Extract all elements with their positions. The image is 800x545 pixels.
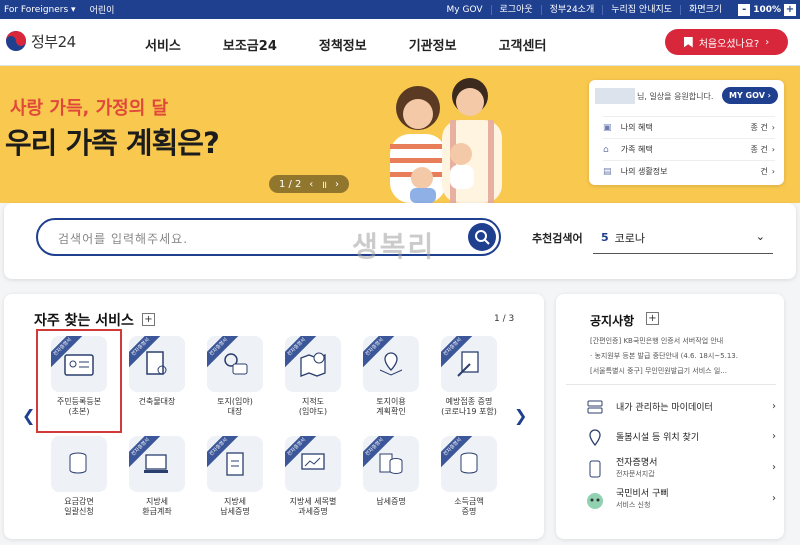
database-doc-icon xyxy=(379,453,403,475)
service-building-register[interactable]: 전자증명서 건축물대장 xyxy=(125,336,189,407)
main-nav: 서비스 보조금24 정책정보 기관정보 고객센터 xyxy=(145,35,588,54)
utility-bar: For Foreigners ▾ 어린이 My GOV 로그아웃 정부24소개 … xyxy=(0,0,800,19)
mygov-row-family-benefits[interactable]: ⌂ 가족 혜택 종 건 › xyxy=(603,138,775,160)
service-vaccination-certificate[interactable]: 전자증명서 예방접종 증명 (코로나19 포함) xyxy=(437,336,501,417)
id-card-icon xyxy=(64,354,94,376)
username-blur xyxy=(595,88,635,104)
mygov-link[interactable]: My GOV xyxy=(439,5,491,15)
notice-list: [간편인증] KB국민은행 인증서 서버작업 안내 · 농지원부 등본 발급 중… xyxy=(590,334,778,379)
notice-item[interactable]: [서울특별시 중구] 무인민원발급기 서비스 일... xyxy=(590,364,778,379)
header: 정부24 서비스 보조금24 정책정보 기관정보 고객센터 처음오셨나요? › xyxy=(0,19,800,66)
pause-icon[interactable]: ॥ xyxy=(321,177,327,191)
link-national-secretary[interactable]: 국민비서 구삐 서비스 신청 › xyxy=(584,485,776,515)
frequent-services-panel: 자주 찾는 서비스 + 1 / 3 ❮ ❯ 전자증명서 주민등록등본 (초본) … xyxy=(4,294,544,539)
document-search-icon xyxy=(146,351,167,375)
watermark: 생복리 xyxy=(352,230,436,263)
divider xyxy=(566,384,776,385)
mygov-button[interactable]: MY GOV › xyxy=(722,87,778,104)
chevron-right-icon: › xyxy=(772,493,776,504)
database-icon xyxy=(69,452,87,474)
map-pin-chat-icon xyxy=(224,353,248,375)
search-button[interactable] xyxy=(468,223,496,251)
computer-icon xyxy=(144,454,168,473)
location-pin-icon xyxy=(584,427,606,449)
recommended-keyword-dropdown[interactable]: 5 코로나 ⌄ xyxy=(593,222,773,254)
chevron-down-icon: ⌄ xyxy=(755,230,765,243)
search-icon xyxy=(475,230,490,245)
notice-panel: 공지사항 + [간편인증] KB국민은행 인증서 서버작업 안내 · 농지원부 … xyxy=(556,294,784,539)
zoom-out-button[interactable]: - xyxy=(738,3,751,16)
service-land-use-plan[interactable]: 전자증명서 토지이용 계획확인 xyxy=(359,336,423,417)
presentation-chart-icon xyxy=(301,453,325,470)
taegeuk-logo-icon xyxy=(6,31,26,51)
recommended-label: 추천검색어 xyxy=(532,232,583,245)
mygov-greeting: 님, 일상을 응원합니다. xyxy=(637,92,714,101)
coin-stack-icon xyxy=(460,452,478,474)
for-foreigners-link[interactable]: For Foreigners ▾ xyxy=(4,5,76,15)
service-tax-payment[interactable]: 전자증명서 납세증명 xyxy=(359,436,423,507)
service-local-tax-refund[interactable]: 전자증명서 지방세 환급계좌 xyxy=(125,436,189,517)
prev-arrow-icon[interactable]: ❮ xyxy=(22,406,35,425)
service-local-tax-item[interactable]: 전자증명서 지방세 세목별 과세증명 xyxy=(281,436,345,517)
next-icon[interactable]: › xyxy=(335,179,339,190)
notice-item[interactable]: · 농지원부 등본 발급 중단안내 (4.6. 18시~5.13. xyxy=(590,349,778,364)
link-care-facility[interactable]: 돌봄시설 등 위치 찾기 › xyxy=(584,423,776,453)
map-location-icon xyxy=(379,352,403,376)
nav-agency[interactable]: 기관정보 xyxy=(409,35,457,54)
banner-pager[interactable]: 1 / 2 ‹ ॥ › xyxy=(269,175,349,193)
nav-subsidy24[interactable]: 보조금24 xyxy=(223,35,277,54)
chevron-right-icon: › xyxy=(772,462,776,473)
gubbi-mascot-icon xyxy=(584,489,606,511)
service-income-certificate[interactable]: 전자증명서 소득금액 증명 xyxy=(437,436,501,517)
first-visit-button[interactable]: 처음오셨나요? › xyxy=(665,29,788,55)
notice-title: 공지사항 xyxy=(590,314,635,328)
sitemap-link[interactable]: 누리집 안내지도 xyxy=(602,4,680,15)
screen-size-label: 화면크기 xyxy=(680,4,730,15)
service-land-register[interactable]: 전자증명서 토지(임야) 대장 xyxy=(203,336,267,417)
syringe-document-icon xyxy=(457,351,479,377)
zoom-level: 100% xyxy=(753,4,781,15)
service-cadastral-map[interactable]: 전자증명서 지적도 (임야도) xyxy=(281,336,345,417)
nav-policy[interactable]: 정책정보 xyxy=(319,35,367,54)
house-icon: ⌂ xyxy=(603,144,609,155)
notice-more-button[interactable]: + xyxy=(646,312,659,325)
logout-link[interactable]: 로그아웃 xyxy=(490,4,541,15)
notice-item[interactable]: [간편인증] KB국민은행 인증서 서버작업 안내 xyxy=(590,334,778,349)
link-e-certificate[interactable]: 전자증명서 전자문서지갑 › xyxy=(584,454,776,484)
link-my-data[interactable]: 내가 관리하는 마이데이터 › xyxy=(584,393,776,423)
mygov-row-my-benefits[interactable]: ▣ 나의 혜택 종 건 › xyxy=(603,116,775,138)
next-arrow-icon[interactable]: ❯ xyxy=(514,406,527,425)
banner-subtitle: 사랑 가득, 가정의 달 xyxy=(10,98,169,119)
chevron-right-icon: › xyxy=(765,36,770,48)
bookmark-icon xyxy=(683,36,693,48)
prev-icon[interactable]: ‹ xyxy=(309,179,313,190)
about-link[interactable]: 정부24소개 xyxy=(540,4,603,15)
service-resident-registration[interactable]: 전자증명서 주민등록등본 (초본) xyxy=(47,336,111,417)
map-search-icon xyxy=(300,352,326,377)
services-title: 자주 찾는 서비스 xyxy=(34,313,134,329)
kids-link[interactable]: 어린이 xyxy=(90,3,115,16)
service-fee-reduction[interactable]: 요금감면 일괄신청 xyxy=(47,436,111,517)
service-local-tax-payment[interactable]: 전자증명서 지방세 납세증명 xyxy=(203,436,267,517)
site-logo[interactable]: 정부24 xyxy=(5,30,76,52)
chevron-right-icon: › xyxy=(772,431,776,442)
mygov-card: 님, 일상을 응원합니다. MY GOV › ▣ 나의 혜택 종 건 › ⌂ 가족… xyxy=(589,80,784,185)
mygov-row-life-info[interactable]: ▤ 나의 생활정보 건 › xyxy=(603,160,775,182)
box-icon: ▤ xyxy=(603,166,612,177)
search-card: 검색어를 입력해주세요. 생복리 추천검색어 5 코로나 ⌄ xyxy=(4,203,796,279)
services-more-button[interactable]: + xyxy=(142,313,155,326)
document-icon xyxy=(226,452,244,476)
zoom-in-button[interactable]: + xyxy=(784,3,796,16)
banner-title: 우리 가족 계획은? xyxy=(5,126,220,160)
briefcase-icon: ▣ xyxy=(603,122,612,133)
server-icon xyxy=(584,397,606,419)
nav-customer[interactable]: 고객센터 xyxy=(499,35,547,54)
chevron-right-icon: › xyxy=(772,401,776,412)
mobile-document-icon xyxy=(584,458,606,480)
nav-services[interactable]: 서비스 xyxy=(145,35,181,54)
family-illustration xyxy=(390,78,502,203)
services-pager: 1 / 3 xyxy=(494,314,515,324)
